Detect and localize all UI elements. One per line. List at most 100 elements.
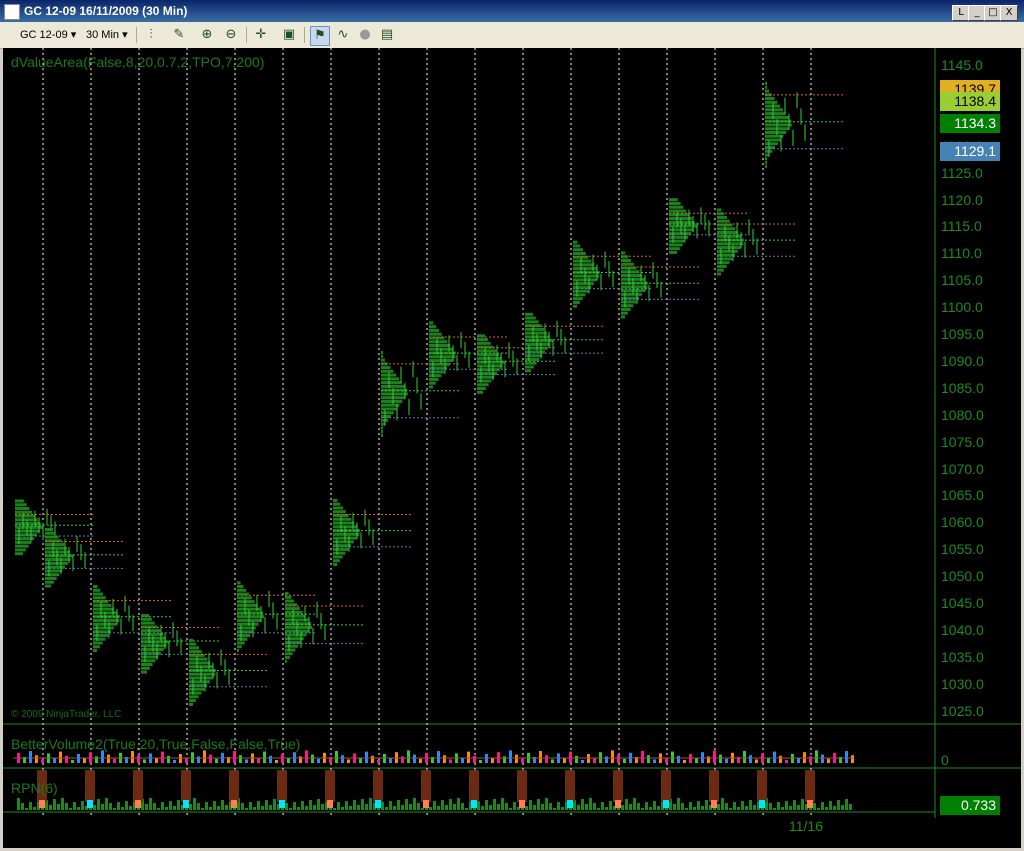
bar-type-icon[interactable]: ⫶ <box>142 26 160 44</box>
tpo-profile-bar <box>621 274 643 278</box>
indicator-icon[interactable]: ∿ <box>334 26 352 44</box>
volume-bar <box>245 759 248 763</box>
volume-bar <box>29 751 32 763</box>
volume-bar <box>263 751 266 763</box>
tpo-profile-bar <box>669 205 684 209</box>
tpo-profile-bar <box>141 663 153 667</box>
rpn-bar <box>629 804 632 810</box>
volume-bar <box>107 754 110 763</box>
tpo-profile-bar <box>333 555 343 559</box>
rpn-bar <box>721 798 724 810</box>
volume-bar <box>575 755 578 763</box>
tpo-profile-bar <box>429 328 439 332</box>
disabled-icon[interactable]: ● <box>356 26 374 44</box>
rpn-bar <box>585 804 588 810</box>
tpo-profile-bar <box>285 633 307 637</box>
title-bar: GC 12-09 16/11/2009 (30 Min) L _ □ X <box>0 0 1024 22</box>
tpo-profile-bar <box>621 262 634 266</box>
rpn-bar <box>177 800 180 810</box>
rpn-bar <box>381 802 384 810</box>
tpo-profile-bar <box>237 645 242 649</box>
tpo-profile-bar <box>717 264 727 268</box>
tpo-profile-bar <box>237 603 258 607</box>
tpo-profile-bar <box>525 327 545 331</box>
tpo-profile-bar <box>381 377 399 381</box>
volume-bar <box>569 751 572 763</box>
tpo-profile-bar <box>189 661 211 665</box>
tpo-profile-bar <box>141 670 147 674</box>
rpn-bar <box>677 798 680 810</box>
draw-pencil-icon[interactable]: ✎ <box>170 26 188 44</box>
rpn-signal-bar <box>807 800 813 808</box>
rpn-signal-bar <box>375 800 381 808</box>
rpn-signal-bar <box>471 800 477 808</box>
tpo-profile-bar <box>189 691 202 695</box>
volume-bar <box>167 755 170 763</box>
rpn-bar <box>397 800 400 810</box>
rpn-session-bar <box>757 770 767 802</box>
tpo-profile-bar <box>717 242 744 246</box>
rpn-bar <box>225 805 228 810</box>
tpo-profile-bar <box>93 588 101 592</box>
tpo-profile-bar <box>621 251 626 255</box>
tpo-profile-bar <box>93 637 106 641</box>
rpn-bar <box>769 803 772 810</box>
volume-bar <box>545 755 548 763</box>
rpn-session-bar <box>277 770 287 802</box>
volume-bar <box>617 754 620 763</box>
zoom-in-icon[interactable]: ⊕ <box>198 26 216 44</box>
tpo-profile-bar <box>15 503 27 507</box>
tpo-profile-bar <box>381 358 385 362</box>
tpo-profile-bar <box>573 300 580 304</box>
tpo-profile-bar <box>141 614 149 618</box>
rpn-bar <box>377 808 380 810</box>
rpn-bar <box>273 799 276 810</box>
tpo-profile-bar <box>285 595 292 599</box>
rpn-bar <box>17 798 20 810</box>
rpn-signal-bar <box>39 800 45 808</box>
volume-bar <box>161 751 164 763</box>
tpo-profile-bar <box>237 633 251 637</box>
volume-bar <box>269 755 272 763</box>
tpo-profile-bar <box>45 573 60 577</box>
volume-bar <box>479 760 482 763</box>
tpo-profile-bar <box>573 282 594 286</box>
tpo-profile-bar <box>621 304 634 308</box>
tpo-profile-bar <box>333 506 343 510</box>
chart-canvas[interactable] <box>3 48 1021 848</box>
tpo-profile-bar <box>285 625 313 629</box>
properties-icon[interactable]: ▤ <box>378 26 396 44</box>
tpo-profile-bar <box>621 258 631 262</box>
volume-bar <box>389 758 392 763</box>
volume-bar <box>509 750 512 763</box>
chart-panel[interactable]: dValueArea(False,8,20,0.7,2,TPO,7,200) B… <box>3 48 1021 848</box>
interval-selector[interactable]: 30 Min ▾ <box>86 25 128 45</box>
tpo-profile-bar <box>717 261 730 265</box>
tpo-profile-bar <box>93 626 114 630</box>
rpn-bar <box>257 801 260 810</box>
rpn-bar <box>433 801 436 810</box>
instrument-selector[interactable]: GC 12-09 ▾ <box>20 25 76 45</box>
crosshair-icon[interactable]: ✛ <box>252 26 270 44</box>
rpn-bar <box>577 805 580 810</box>
tpo-profile-bar <box>573 289 589 293</box>
zoom-out-icon[interactable]: ⊖ <box>222 26 240 44</box>
strategy-icon[interactable]: ⚑ <box>310 26 330 46</box>
tpo-profile-bar <box>333 517 352 521</box>
tpo-profile-bar <box>669 217 692 221</box>
tpo-profile-bar <box>525 320 539 324</box>
data-box-icon[interactable]: ▣ <box>280 26 298 44</box>
tpo-profile-bar <box>765 161 767 165</box>
rpn-bar <box>497 804 500 810</box>
rpn-bar <box>465 808 468 810</box>
volume-bar <box>581 760 584 763</box>
tpo-profile-bar <box>45 569 63 573</box>
rpn-bar <box>197 803 200 810</box>
volume-bar <box>407 750 410 763</box>
tpo-profile-bar <box>333 498 338 502</box>
volume-bar <box>473 755 476 763</box>
close-button[interactable]: X <box>1000 5 1018 21</box>
rpn-bar <box>485 800 488 810</box>
rpn-bar <box>461 803 464 810</box>
tpo-profile-bar <box>477 341 491 345</box>
